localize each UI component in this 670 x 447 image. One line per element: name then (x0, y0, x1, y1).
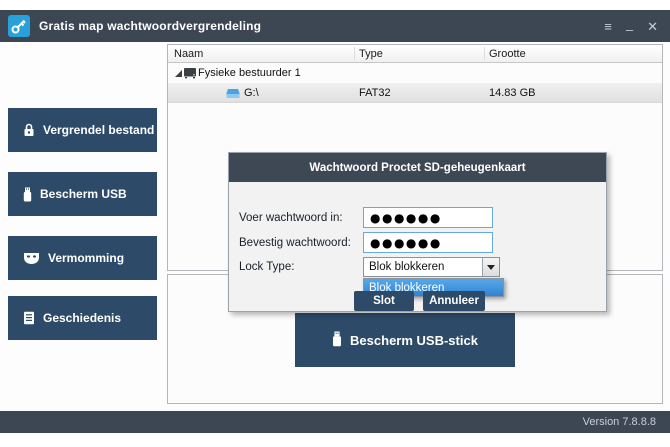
key-icon (10, 17, 28, 35)
dialog-title: Wachtwoord Proctet SD-geheugenkaart (229, 153, 606, 182)
column-header-naam[interactable]: Naam (174, 48, 203, 60)
usb-drive-icon (226, 88, 240, 102)
confirm-password-input[interactable] (363, 232, 493, 253)
password-label: Voer wachtwoord in: (239, 212, 343, 224)
close-icon[interactable]: ✕ (647, 20, 658, 33)
column-header-type[interactable]: Type (359, 48, 383, 60)
content-area: Vergrendel bestand Bescherm USB (0, 42, 670, 411)
harddrive-icon (183, 67, 197, 82)
menu-icon[interactable]: ≡ (604, 20, 612, 33)
lock-type-label: Lock Type: (239, 261, 294, 273)
sidebar-item-label: Vergrendel bestand (43, 123, 154, 137)
sidebar-item-bescherm-usb[interactable]: Bescherm USB (8, 172, 157, 216)
table-header: Naam Type Grootte (168, 45, 662, 63)
tree-expanded-icon[interactable] (175, 70, 182, 77)
password-input[interactable] (363, 207, 493, 228)
column-divider (354, 47, 355, 60)
mask-icon (23, 252, 40, 265)
column-divider (484, 47, 485, 60)
password-dialog: Wachtwoord Proctet SD-geheugenkaart Voer… (228, 152, 607, 312)
column-header-grootte[interactable]: Grootte (489, 48, 526, 60)
history-icon (23, 311, 35, 325)
lock-type-dropdown[interactable]: Blok blokkeren (363, 257, 500, 277)
usb-stick-icon (332, 331, 342, 350)
volume-size: 14.83 GB (489, 87, 535, 99)
chevron-down-icon (487, 265, 495, 270)
window-controls: ≡ – ✕ (604, 20, 670, 33)
drive-name: Fysieke bestuurder 1 (198, 67, 301, 79)
volume-type: FAT32 (359, 87, 391, 99)
dropdown-arrow-button[interactable] (482, 258, 499, 276)
sidebar-item-label: Bescherm USB (40, 187, 127, 201)
window-title: Gratis map wachtwoordvergrendeling (39, 19, 261, 33)
sidebar-item-label: Vermomming (48, 251, 124, 265)
sidebar-item-label: Geschiedenis (43, 311, 121, 325)
protect-usb-stick-label: Bescherm USB-stick (350, 333, 478, 348)
sidebar-item-vermomming[interactable]: Vermomming (8, 236, 157, 280)
confirm-password-label: Bevestig wachtwoord: (239, 237, 351, 249)
sidebar-item-geschiedenis[interactable]: Geschiedenis (8, 296, 157, 340)
status-bar: Version 7.8.8.8 (0, 411, 670, 433)
title-bar: Gratis map wachtwoordvergrendeling ≡ – ✕ (0, 10, 670, 42)
slot-button[interactable]: Slot (354, 291, 414, 311)
minimize-icon[interactable]: – (626, 23, 633, 36)
table-row-physical-drive[interactable]: Fysieke bestuurder 1 (168, 63, 662, 83)
version-label: Version 7.8.8.8 (583, 416, 656, 428)
lock-icon (23, 123, 35, 137)
lock-type-selected-value: Blok blokkeren (364, 261, 482, 273)
annuleer-button[interactable]: Annuleer (423, 291, 485, 311)
app-logo (8, 15, 30, 37)
sidebar-item-vergrendel-bestand[interactable]: Vergrendel bestand (8, 108, 157, 152)
protect-usb-stick-button[interactable]: Bescherm USB-stick (295, 313, 515, 367)
volume-name: G:\ (244, 87, 259, 99)
table-row-volume-g[interactable]: G:\ FAT32 14.83 GB (168, 83, 662, 103)
app-window: Gratis map wachtwoordvergrendeling ≡ – ✕… (0, 0, 670, 447)
usb-icon (23, 187, 32, 202)
